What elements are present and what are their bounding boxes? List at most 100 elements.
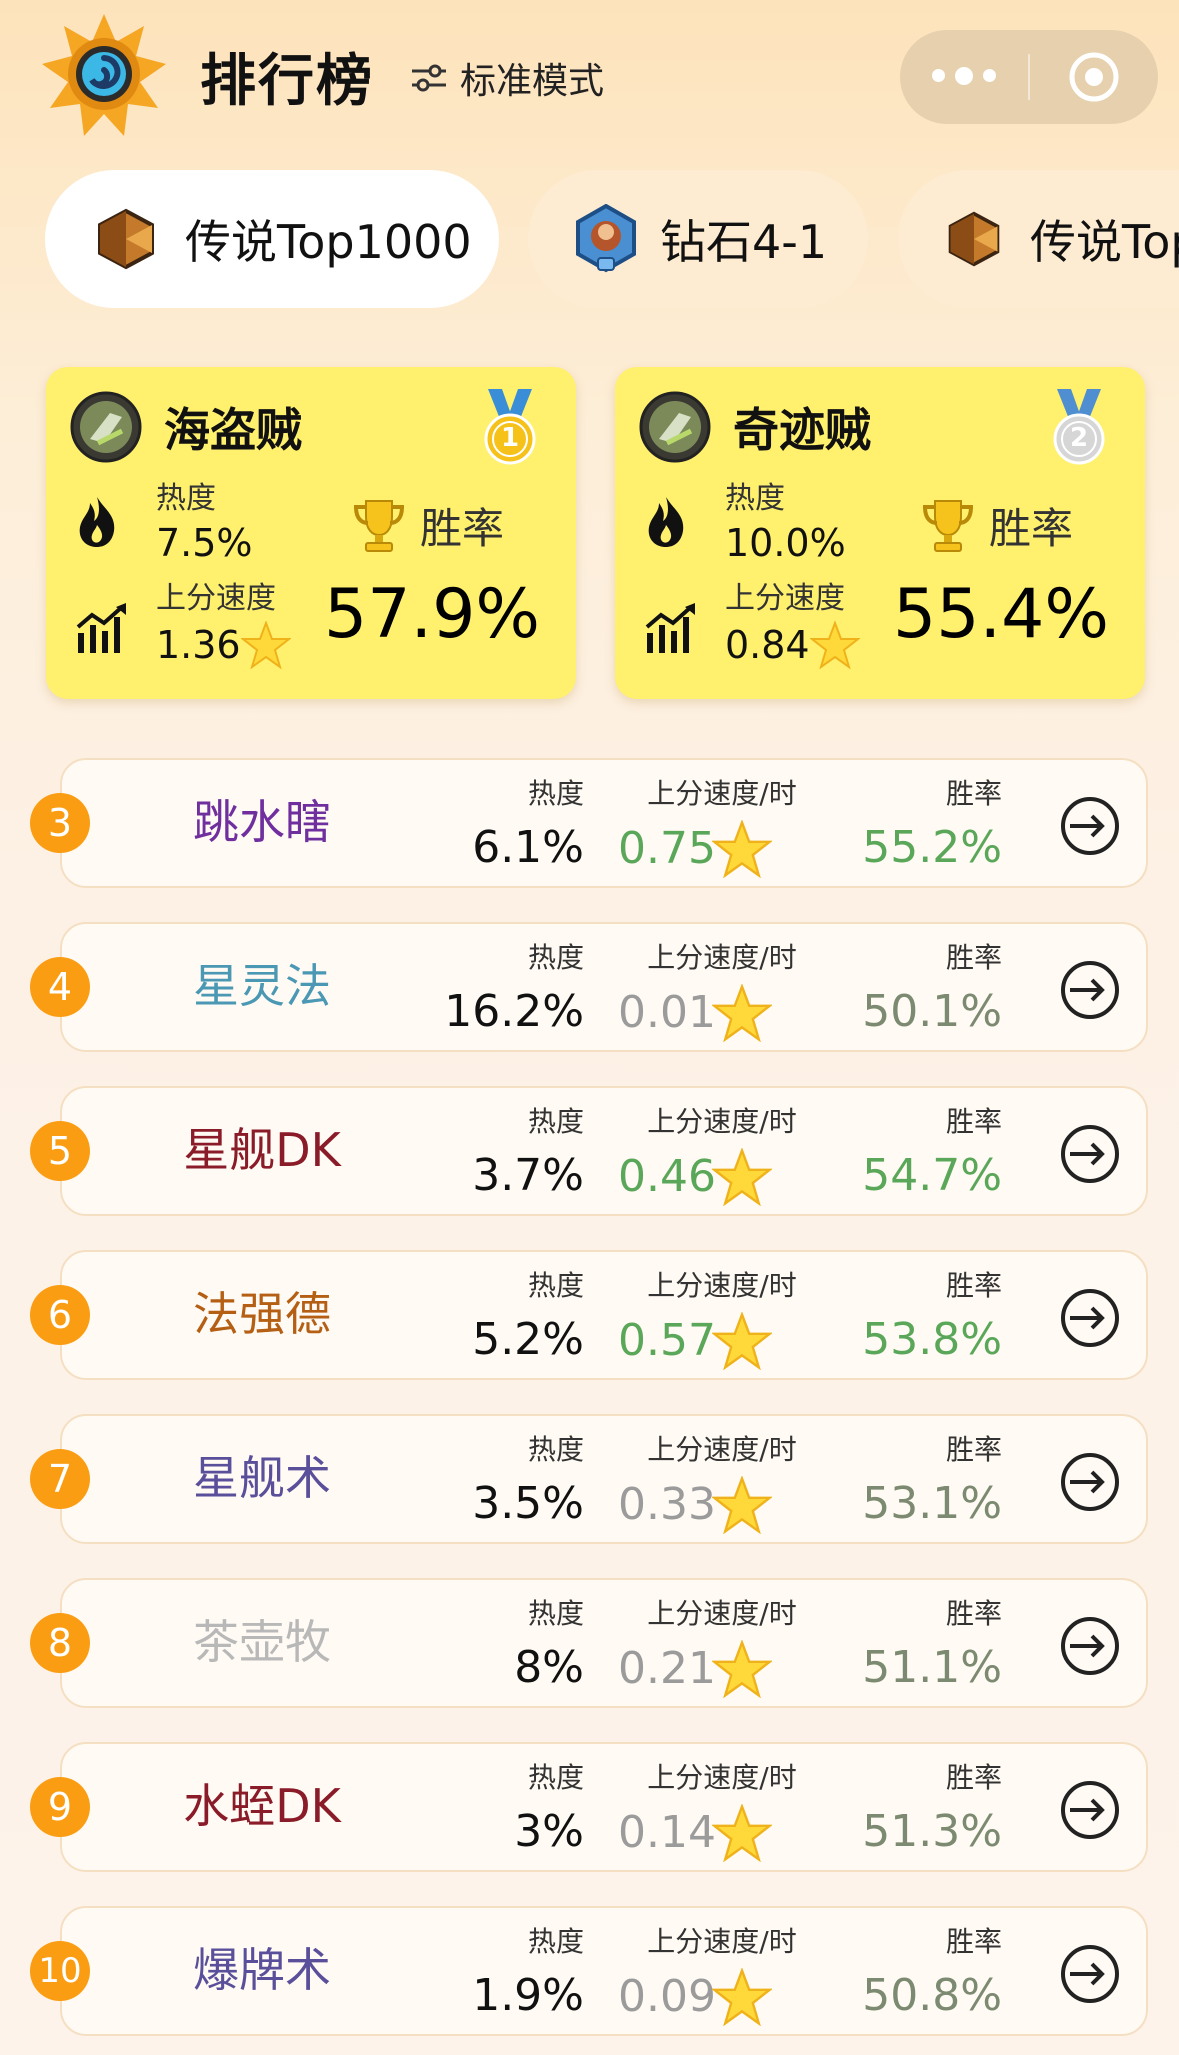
winrate-label: 胜率 [945,777,1002,810]
trophy-icon [921,497,975,557]
deck-name: 海盗贼 [164,403,302,457]
deck-row[interactable]: 水蛭DK 热度 3% 上分速度/时 0.14 胜率 51.3% [60,1742,1148,1872]
speed-label: 上分速度/时 [647,1761,797,1794]
arrow-right-circle-icon[interactable] [1060,1944,1120,2008]
heat-label: 热度 [527,1433,584,1466]
tab-legend-top1000[interactable]: 传说Top1000 [45,170,499,308]
heat-label: 热度 [527,1597,584,1630]
gold-medal-icon: 1 [480,389,540,473]
speed-label: 上分速度/时 [647,941,797,974]
trend-chart-icon [643,603,699,659]
speed-value: 0.84 [725,623,810,667]
speed-value: 0.01 [618,987,716,1038]
miniprogram-capsule [900,30,1158,124]
speed-value: 0.46 [618,1151,716,1202]
trend-chart-icon [74,603,130,659]
speed-value-wrap: 0.84 [725,621,860,669]
arrow-right-circle-icon[interactable] [1060,1288,1120,1352]
heat-value: 5.2% [472,1314,584,1365]
arrow-right-circle-icon[interactable] [1060,960,1120,1024]
deck-row[interactable]: 法强德 热度 5.2% 上分速度/时 0.57 胜率 53.8% [60,1250,1148,1380]
heat-value: 8% [514,1642,584,1693]
top-deck-card[interactable]: 海盗贼 1 热度 7.5% 上分速度 1.36 胜率 57.9% [46,367,576,699]
speed-value-wrap: 0.01 [618,984,772,1042]
heat-label: 热度 [527,777,584,810]
winrate-label: 胜率 [945,1925,1002,1958]
deck-row[interactable]: 茶壶牧 热度 8% 上分速度/时 0.21 胜率 51.1% [60,1578,1148,1708]
fire-icon [643,495,689,553]
star-icon [240,621,291,669]
arrow-right-circle-icon[interactable] [1060,1452,1120,1516]
rank-badge: 6 [30,1285,90,1345]
heat-value: 6.1% [472,822,584,873]
winrate-label: 胜率 [945,1597,1002,1630]
deck-name: 茶壶牧 [193,1615,331,1669]
speed-value: 0.75 [618,823,716,874]
heat-label: 热度 [156,481,216,516]
arrow-right-circle-icon[interactable] [1060,1124,1120,1188]
speed-value: 0.09 [618,1971,716,2022]
heat-label: 热度 [527,1761,584,1794]
heat-label: 热度 [527,1269,584,1302]
star-icon [711,1312,772,1370]
arrow-right-circle-icon[interactable] [1060,1780,1120,1844]
deck-row[interactable]: 爆牌术 热度 1.9% 上分速度/时 0.09 胜率 50.8% [60,1906,1148,2036]
star-icon [711,820,772,878]
speed-label: 上分速度/时 [647,1597,797,1630]
winrate-label: 胜率 [420,504,505,553]
star-icon [809,621,860,669]
top-deck-card[interactable]: 奇迹贼 2 热度 10.0% 上分速度 0.84 胜率 55.4% [615,367,1145,699]
speed-value: 0.14 [618,1807,716,1858]
heat-value: 16.2% [444,986,584,1037]
speed-value-wrap: 0.46 [618,1148,772,1206]
more-options-icon[interactable] [900,67,1028,85]
star-icon [711,1476,772,1534]
mode-selector[interactable]: 标准模式 [410,54,604,110]
legend-rank-icon [948,211,1000,267]
mode-label: 标准模式 [460,61,605,102]
medal-number: 1 [500,423,520,453]
winrate-label: 胜率 [945,1761,1002,1794]
speed-label: 上分速度/时 [647,1433,797,1466]
deck-row[interactable]: 星灵法 热度 16.2% 上分速度/时 0.01 胜率 50.1% [60,922,1148,1052]
silver-medal-icon: 2 [1049,389,1109,473]
close-target-icon[interactable] [1030,51,1158,103]
winrate-value: 53.8% [862,1314,1002,1365]
winrate-value: 50.8% [862,1970,1002,2021]
diamond-rank-icon [576,204,636,273]
arrow-right-circle-icon[interactable] [1060,796,1120,860]
heat-value: 10.0% [725,521,846,565]
rank-badge: 8 [30,1613,90,1673]
heat-value: 1.9% [472,1970,584,2021]
speed-value: 1.36 [156,623,241,667]
star-icon [711,984,772,1042]
tab-legend-top[interactable]: 传说Top [898,170,1179,308]
winrate-label: 胜率 [945,1433,1002,1466]
winrate-label: 胜率 [945,1269,1002,1302]
speed-value: 0.57 [618,1315,716,1366]
heat-label: 热度 [527,1105,584,1138]
deck-row[interactable]: 星舰DK 热度 3.7% 上分速度/时 0.46 胜率 54.7% [60,1086,1148,1216]
speed-value-wrap: 0.75 [618,820,772,878]
page-title: 排行榜 [200,49,374,114]
deck-row[interactable]: 星舰术 热度 3.5% 上分速度/时 0.33 胜率 53.1% [60,1414,1148,1544]
trophy-icon [352,497,406,557]
rank-badge: 7 [30,1449,90,1509]
winrate-value: 55.2% [862,822,1002,873]
arrow-right-circle-icon[interactable] [1060,1616,1120,1680]
fire-icon [74,495,120,553]
winrate-label: 胜率 [989,504,1074,553]
star-icon [711,1968,772,2026]
tab-diamond-4-1[interactable]: 钻石4-1 [528,170,868,308]
deck-row[interactable]: 跳水瞎 热度 6.1% 上分速度/时 0.75 胜率 55.2% [60,758,1148,888]
heat-label: 热度 [725,481,785,516]
medal-number: 2 [1069,423,1089,453]
star-icon [711,1804,772,1862]
deck-class-avatar [70,391,142,463]
speed-value: 0.21 [618,1643,716,1694]
hearthstone-logo-icon [40,12,168,140]
deck-name: 跳水瞎 [193,795,331,849]
deck-name: 星灵法 [193,959,331,1013]
speed-value-wrap: 0.57 [618,1312,772,1370]
winrate-label: 胜率 [945,941,1002,974]
